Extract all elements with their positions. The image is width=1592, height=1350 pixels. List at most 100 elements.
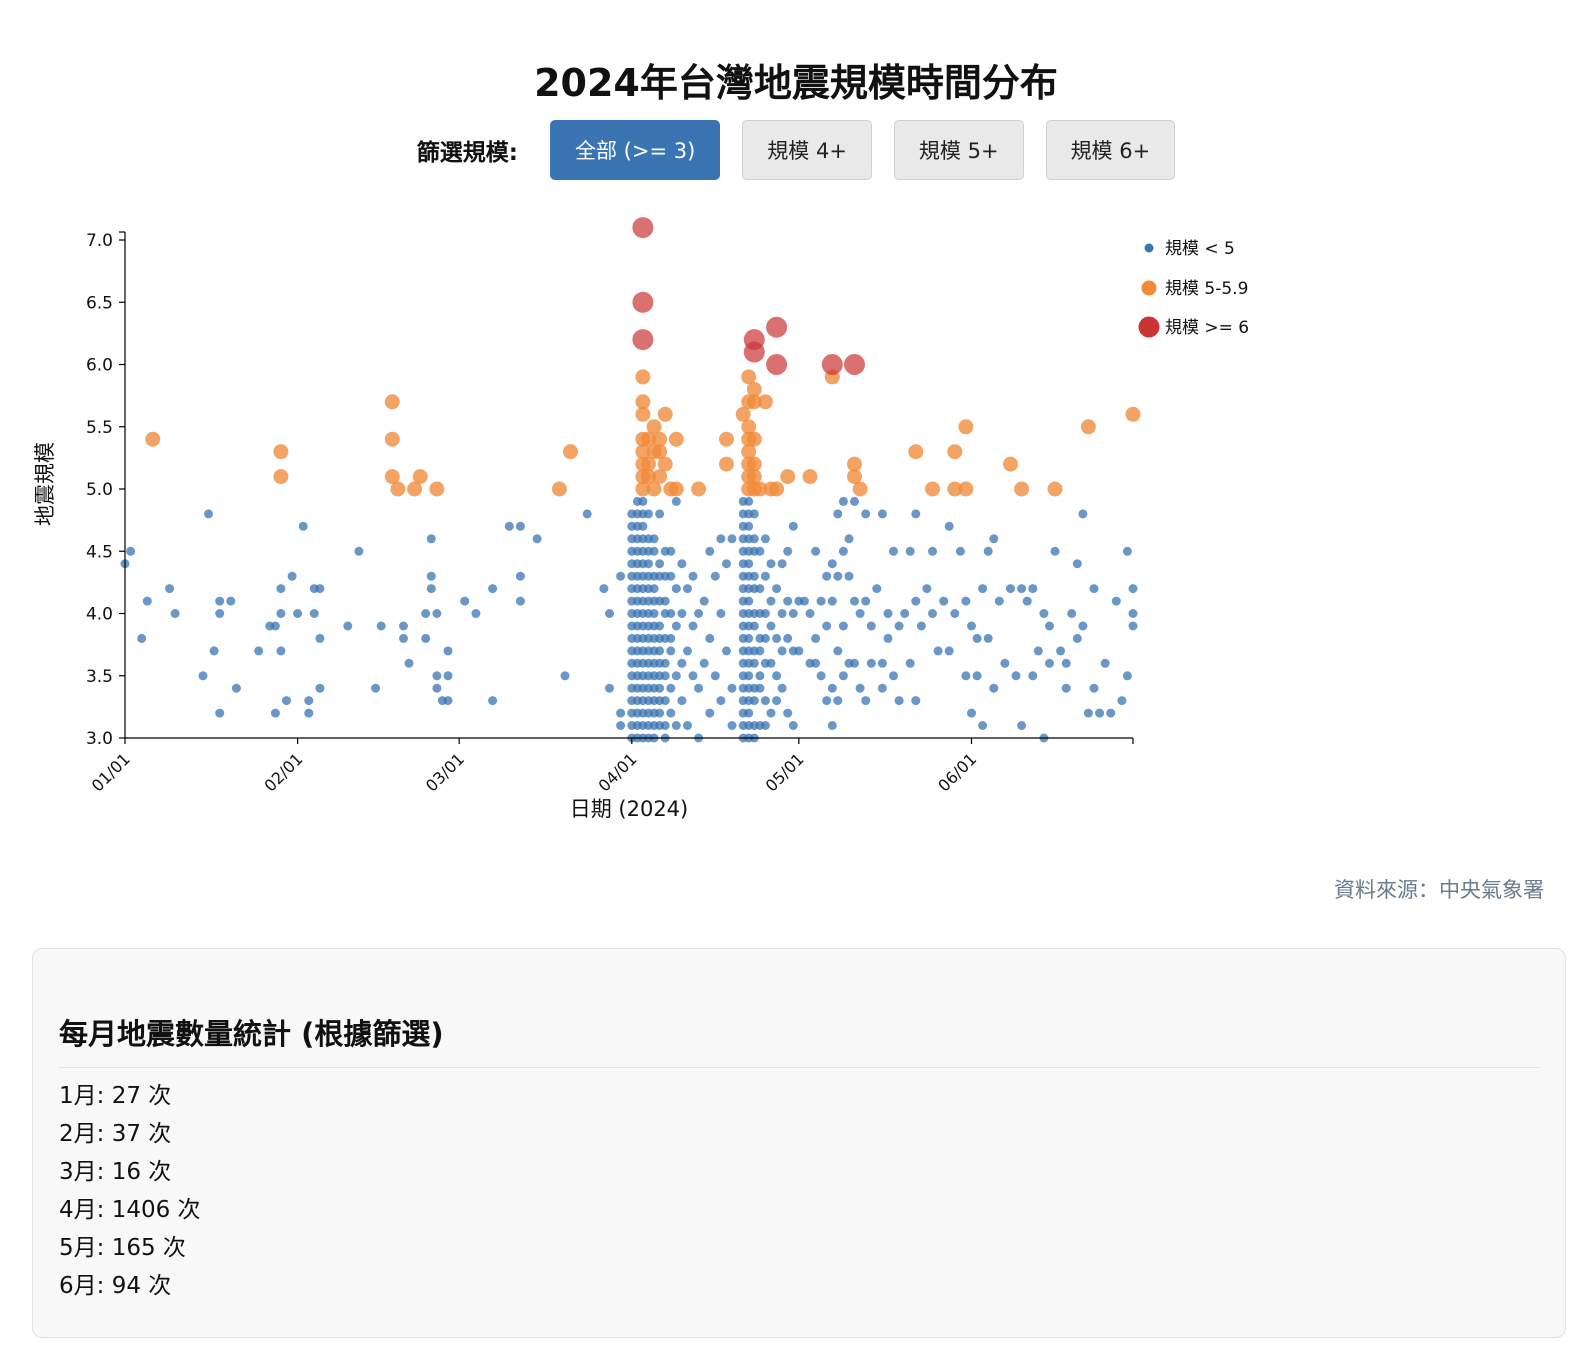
data-point [1111,596,1121,606]
data-point [755,671,765,681]
data-point [315,633,325,643]
data-point [905,658,915,668]
data-point [1083,708,1093,718]
data-point [783,596,793,606]
data-point [844,534,854,544]
data-point [894,621,904,631]
data-point [760,609,770,618]
data-point [777,683,787,693]
data-point [727,721,737,730]
y-tick-label: 6.0 [86,356,113,376]
data-source: 資料來源：中央氣象署 [1334,878,1544,902]
data-point [694,609,704,618]
data-point [304,696,314,706]
data-point [1028,584,1038,594]
data-point [877,658,887,668]
data-point [883,609,893,618]
data-point [1128,621,1138,631]
data-point [755,584,765,594]
data-point [838,671,848,681]
data-point [928,546,937,556]
y-axis-label: 地震規模 [33,442,57,526]
data-point [760,721,770,730]
data-point [282,696,291,706]
data-point [666,571,676,581]
data-point [744,496,754,506]
data-point [822,571,832,581]
data-point [755,646,765,656]
data-point [1080,419,1096,435]
data-point [215,708,225,718]
data-point [426,571,436,581]
data-point [967,708,976,718]
data-point [432,683,442,693]
data-point [961,596,971,606]
data-point [783,708,793,718]
data-point [1122,671,1132,681]
data-point [749,621,759,631]
data-point [532,534,542,544]
data-point [861,696,871,706]
x-tick-label: 04/01 [595,749,641,795]
data-point [872,584,882,594]
data-point [460,596,470,606]
data-point [1056,646,1066,656]
data-point [384,431,400,447]
data-point [911,596,921,606]
data-point [638,496,648,506]
data-point [126,546,136,556]
data-point [958,481,974,497]
data-point [978,721,988,730]
data-point [1050,546,1060,556]
data-point [788,609,798,618]
stats-list: 1月: 27 次 2月: 37 次 3月: 16 次 4月: 1406 次 5月… [59,1077,201,1305]
data-point [1045,658,1054,668]
data-point [1078,621,1088,631]
data-point [515,521,525,531]
data-point [967,621,976,631]
data-point [911,696,921,706]
x-tick-label: 01/01 [88,749,134,795]
data-point [894,696,904,706]
data-point [655,708,665,718]
data-point [632,291,654,313]
data-point [671,721,681,730]
data-point [749,534,759,544]
data-point [1106,708,1116,718]
data-point [605,609,614,618]
data-point [504,521,514,531]
data-point [655,509,665,519]
data-point [978,584,988,594]
data-point [760,633,770,643]
data-point [304,708,314,718]
data-point [838,496,848,506]
y-tick-label: 3.0 [86,729,113,749]
data-point [145,431,161,447]
data-point [376,621,386,631]
data-point [298,521,308,531]
axes-layer: 3.0 3.5 4.0 4.5 5.0 5.5 6.0 6.5 7.0 01/01 02/01 03/… [33,231,1134,821]
data-point [821,354,843,375]
data-point [805,609,815,618]
data-point [273,444,289,460]
data-point [716,609,726,618]
data-point [644,559,653,569]
data-point [852,481,868,497]
data-point [1117,696,1127,706]
stats-item-apr: 4月: 1406 次 [59,1197,201,1223]
data-point [426,584,436,594]
data-point [1072,559,1082,569]
data-point [204,509,213,519]
data-point [744,559,754,569]
data-point [655,683,665,693]
data-point [1000,658,1010,668]
y-tick-label: 3.5 [86,667,113,687]
data-point [705,546,715,556]
data-point [908,444,924,460]
legend-marker [1144,243,1154,253]
data-point [783,546,793,556]
data-point [833,509,843,519]
data-point [850,658,859,668]
data-point [772,696,782,706]
data-point [755,546,765,556]
